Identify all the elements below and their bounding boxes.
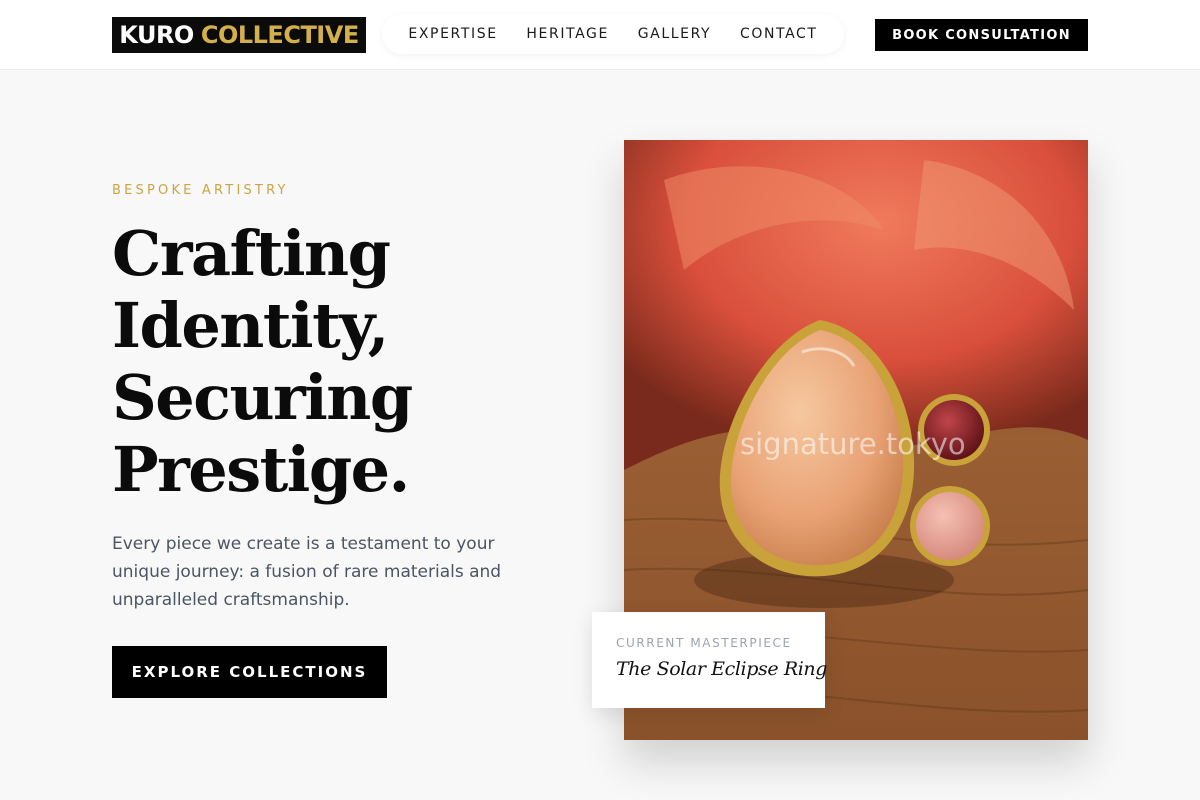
brand-name-accent: COLLECTIVE	[200, 21, 359, 49]
nav-link-expertise[interactable]: EXPERTISE	[408, 26, 497, 42]
hero-headline: Crafting Identity, Securing Prestige.	[112, 218, 552, 506]
hero-description: Every piece we create is a testament to …	[112, 530, 542, 614]
masterpiece-caption-card: CURRENT MASTERPIECE The Solar Eclipse Ri…	[592, 612, 828, 708]
image-watermark: signature.tokyo	[740, 427, 966, 461]
hero-eyebrow: BESPOKE ARTISTRY	[112, 183, 289, 198]
brand-name-primary: KURO	[119, 21, 194, 49]
headline-line: Identity,	[112, 289, 389, 362]
main-nav: EXPERTISE HERITAGE GALLERY CONTACT	[382, 14, 844, 54]
description-line: Every piece we create is a testament to …	[112, 534, 495, 554]
headline-line: Crafting	[112, 217, 391, 290]
description-line: unique journey: a fusion of rare materia…	[112, 562, 502, 582]
description-line: unparalleled craftsmanship.	[112, 590, 350, 610]
top-navigation-bar: KURO COLLECTIVE EXPERTISE HERITAGE GALLE…	[0, 0, 1200, 70]
brand-logo[interactable]: KURO COLLECTIVE	[112, 17, 366, 53]
caption-label: CURRENT MASTERPIECE	[616, 636, 792, 650]
nav-link-gallery[interactable]: GALLERY	[638, 26, 711, 42]
nav-link-heritage[interactable]: HERITAGE	[526, 26, 609, 42]
book-consultation-button[interactable]: BOOK CONSULTATION	[875, 19, 1088, 51]
explore-collections-button[interactable]: EXPLORE COLLECTIONS	[112, 646, 387, 698]
nav-link-contact[interactable]: CONTACT	[740, 26, 818, 42]
headline-line: Prestige.	[112, 433, 410, 506]
caption-title: The Solar Eclipse Ring	[616, 658, 828, 680]
headline-line: Securing	[112, 361, 413, 434]
